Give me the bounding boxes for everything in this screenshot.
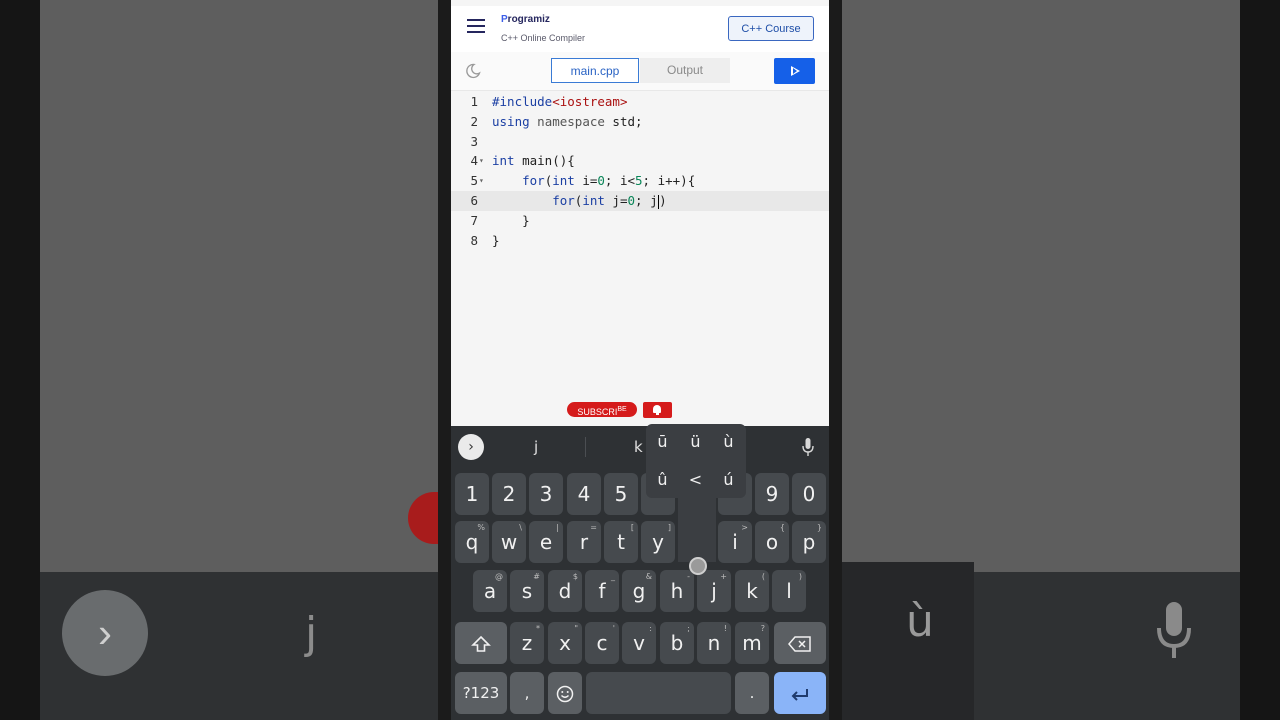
- key-h[interactable]: -h: [660, 570, 694, 612]
- suggestion-bar: › j k: [451, 426, 829, 468]
- emoji-icon: [556, 685, 574, 702]
- line-number: 1: [470, 94, 478, 109]
- key-k[interactable]: (k: [735, 570, 769, 612]
- backspace-key[interactable]: [774, 622, 826, 664]
- code-editor[interactable]: 1 #include<iostream> 2 using namespace s…: [451, 91, 829, 411]
- code-text: }: [492, 233, 500, 248]
- logo-text: rogramiz: [507, 14, 550, 25]
- key-a[interactable]: @ a: [473, 570, 507, 612]
- code-line: 5 ▾ for(int i=0; i<5; i++){: [451, 171, 829, 191]
- accent-popup: ū ü ù û < ú: [646, 424, 746, 498]
- code-text: for(int i=0; i<5; i++){: [522, 173, 696, 188]
- background-letter: ù: [906, 596, 934, 647]
- backspace-icon: [788, 635, 811, 652]
- accent-option[interactable]: <: [679, 464, 712, 496]
- chevron-right-icon[interactable]: ›: [458, 434, 484, 460]
- period-key[interactable]: .: [735, 672, 769, 714]
- background-edge: [1240, 0, 1280, 720]
- code-text: int main(){: [492, 153, 575, 168]
- key-b[interactable]: ; b: [660, 622, 694, 664]
- key-s[interactable]: # s: [510, 570, 544, 612]
- moon-icon[interactable]: [465, 63, 481, 79]
- fold-arrow-icon[interactable]: ▾: [479, 151, 484, 171]
- line-number: 3: [470, 134, 478, 149]
- line-number: 8: [470, 233, 478, 248]
- accent-option[interactable]: ú: [712, 464, 745, 496]
- line-number: 5: [470, 173, 478, 188]
- subscribe-button[interactable]: SUBSCRIBE: [567, 402, 637, 417]
- suggestion-word[interactable]: j: [534, 438, 538, 456]
- enter-key[interactable]: [774, 672, 826, 714]
- line-number: 6: [470, 193, 478, 208]
- background-left: › j: [0, 0, 448, 720]
- hamburger-icon[interactable]: [467, 19, 485, 33]
- tab-main-cpp[interactable]: main.cpp: [551, 58, 639, 83]
- code-line: 4 ▾ int main(){: [451, 151, 829, 171]
- key-d[interactable]: $ d: [548, 570, 582, 612]
- cpp-course-button[interactable]: C++ Course: [728, 16, 814, 41]
- editor-toolbar: main.cpp Output: [451, 52, 829, 91]
- key-n[interactable]: ! n: [697, 622, 731, 664]
- programiz-logo[interactable]: Programiz: [501, 14, 550, 25]
- suggestion-divider: [585, 437, 586, 457]
- code-text: for(int j=0; j): [552, 193, 667, 209]
- code-line: 8 }: [451, 231, 829, 251]
- symbols-key[interactable]: ?123: [455, 672, 507, 714]
- key-j[interactable]: + j: [697, 570, 731, 612]
- background-edge: [0, 0, 40, 720]
- line-number: 4: [470, 153, 478, 168]
- background-letter: j: [305, 608, 318, 659]
- line-number: 7: [470, 213, 478, 228]
- accent-option[interactable]: ù: [712, 426, 745, 458]
- app-header: Programiz C++ Online Compiler C++ Course: [451, 6, 829, 53]
- background-right: ù: [842, 0, 1280, 720]
- key-m[interactable]: ? m: [735, 622, 769, 664]
- key-g[interactable]: & g: [622, 570, 656, 612]
- phone-frame: Programiz C++ Online Compiler C++ Course…: [438, 0, 842, 720]
- fold-arrow-icon[interactable]: ▾: [479, 171, 484, 191]
- bell-icon[interactable]: [643, 402, 672, 418]
- mic-icon[interactable]: [802, 437, 814, 457]
- key-v[interactable]: :v: [622, 622, 656, 664]
- code-line-active: 6 for(int j=0; j): [451, 191, 829, 211]
- shift-key[interactable]: [455, 622, 507, 664]
- soft-keyboard: › j k 1 2 3 4 5 9 0 % q \ w | e = r [t …: [451, 424, 829, 720]
- shift-icon: [471, 635, 491, 652]
- key-q[interactable]: % q: [455, 521, 489, 563]
- code-text: using namespace std;: [492, 114, 643, 129]
- enter-icon: [791, 688, 808, 701]
- background-chevron-icon: ›: [62, 590, 148, 676]
- key-l[interactable]: ) l: [772, 570, 806, 612]
- touch-indicator: [689, 557, 707, 575]
- key-x[interactable]: " x: [548, 622, 582, 664]
- emoji-key[interactable]: [548, 672, 582, 714]
- run-button[interactable]: [774, 58, 815, 84]
- key-f[interactable]: _ f: [585, 570, 619, 612]
- accent-option[interactable]: û: [646, 464, 679, 496]
- key-z[interactable]: * z: [510, 622, 544, 664]
- accent-option[interactable]: ū: [646, 426, 679, 458]
- line-number: 2: [470, 114, 478, 129]
- comma-key[interactable]: ,: [510, 672, 544, 714]
- code-line: 3: [451, 132, 829, 152]
- code-line: 1 #include<iostream>: [451, 92, 829, 112]
- accent-option[interactable]: ü: [679, 426, 712, 458]
- key-t[interactable]: [t: [604, 521, 638, 563]
- phone-screen: Programiz C++ Online Compiler C++ Course…: [451, 0, 829, 720]
- suggestion-word[interactable]: k: [634, 438, 643, 456]
- code-text: }: [522, 213, 530, 228]
- code-line: 2 using namespace std;: [451, 112, 829, 132]
- logo-initial: P: [501, 14, 508, 25]
- code-text: #include<iostream>: [492, 94, 628, 109]
- key-c[interactable]: ' c: [585, 622, 619, 664]
- key-p[interactable]: } p: [792, 521, 826, 563]
- compiler-subtitle: C++ Online Compiler: [501, 33, 586, 43]
- popup-stem: [678, 496, 716, 562]
- tab-output[interactable]: Output: [640, 58, 730, 83]
- key-o[interactable]: {o: [755, 521, 789, 563]
- background-mic-icon: [1157, 602, 1191, 658]
- code-line: 7 }: [451, 211, 829, 231]
- space-key[interactable]: [586, 672, 731, 714]
